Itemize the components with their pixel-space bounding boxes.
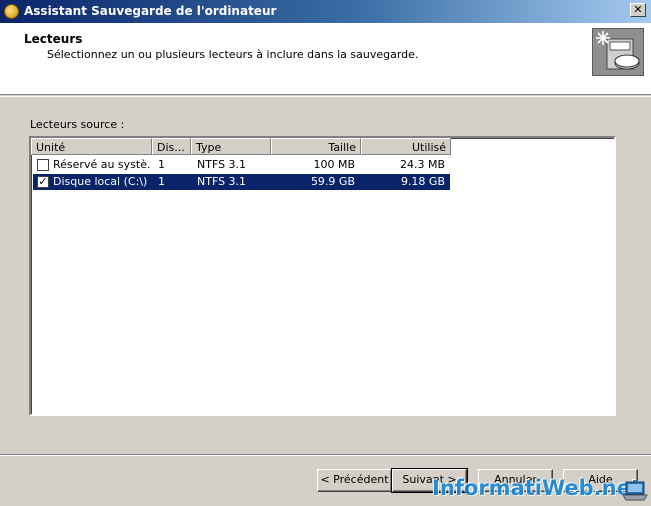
back-button[interactable]: < Précédent xyxy=(317,469,392,492)
unit-name: Réservé au systè... xyxy=(53,158,151,171)
column-header-disk[interactable]: Dis... xyxy=(152,138,191,155)
column-header-type[interactable]: Type xyxy=(191,138,271,155)
close-button[interactable]: ✕ xyxy=(630,3,646,17)
filesystem-type: NTFS 3.1 xyxy=(197,175,247,188)
disk-number: 1 xyxy=(158,175,165,188)
drives-list[interactable]: Unité Dis... Type Taille Utilisé Réservé… xyxy=(29,136,616,416)
drive-used: 9.18 GB xyxy=(400,175,445,188)
unit-name: Disque local (C:\) xyxy=(53,175,148,188)
drive-size: 100 MB xyxy=(313,158,355,171)
checkbox-checked[interactable]: ✓ xyxy=(37,176,49,188)
column-header-size[interactable]: Taille xyxy=(271,138,361,155)
drive-used: 24.3 MB xyxy=(399,158,445,171)
backup-drive-icon xyxy=(592,28,644,76)
laptop-icon xyxy=(622,480,648,502)
list-header: Unité Dis... Type Taille Utilisé xyxy=(31,138,614,155)
drive-size: 59.9 GB xyxy=(310,175,355,188)
footer-divider-highlight xyxy=(0,455,651,456)
watermark-text: InformatiWeb.net xyxy=(432,476,641,500)
checkbox-unchecked[interactable] xyxy=(37,159,49,171)
column-header-used[interactable]: Utilisé xyxy=(361,138,451,155)
page-subtitle: Sélectionnez un ou plusieurs lecteurs à … xyxy=(47,48,419,61)
page-title: Lecteurs xyxy=(24,32,83,46)
app-icon xyxy=(4,4,19,19)
window-title: Assistant Sauvegarde de l'ordinateur xyxy=(24,4,277,18)
header-divider xyxy=(0,96,651,97)
list-item-selected[interactable]: ✓ Disque local (C:\) 1 NTFS 3.1 59.9 GB … xyxy=(33,174,450,190)
column-header-unit[interactable]: Unité xyxy=(31,138,152,155)
filesystem-type: NTFS 3.1 xyxy=(197,158,247,171)
wizard-header: Lecteurs Sélectionnez un ou plusieurs le… xyxy=(0,23,651,95)
disk-number: 1 xyxy=(158,158,165,171)
title-bar: Assistant Sauvegarde de l'ordinateur ✕ xyxy=(0,0,651,23)
source-drives-label: Lecteurs source : xyxy=(30,118,125,131)
list-item[interactable]: Réservé au systè... 1 NTFS 3.1 100 MB 24… xyxy=(33,157,450,173)
